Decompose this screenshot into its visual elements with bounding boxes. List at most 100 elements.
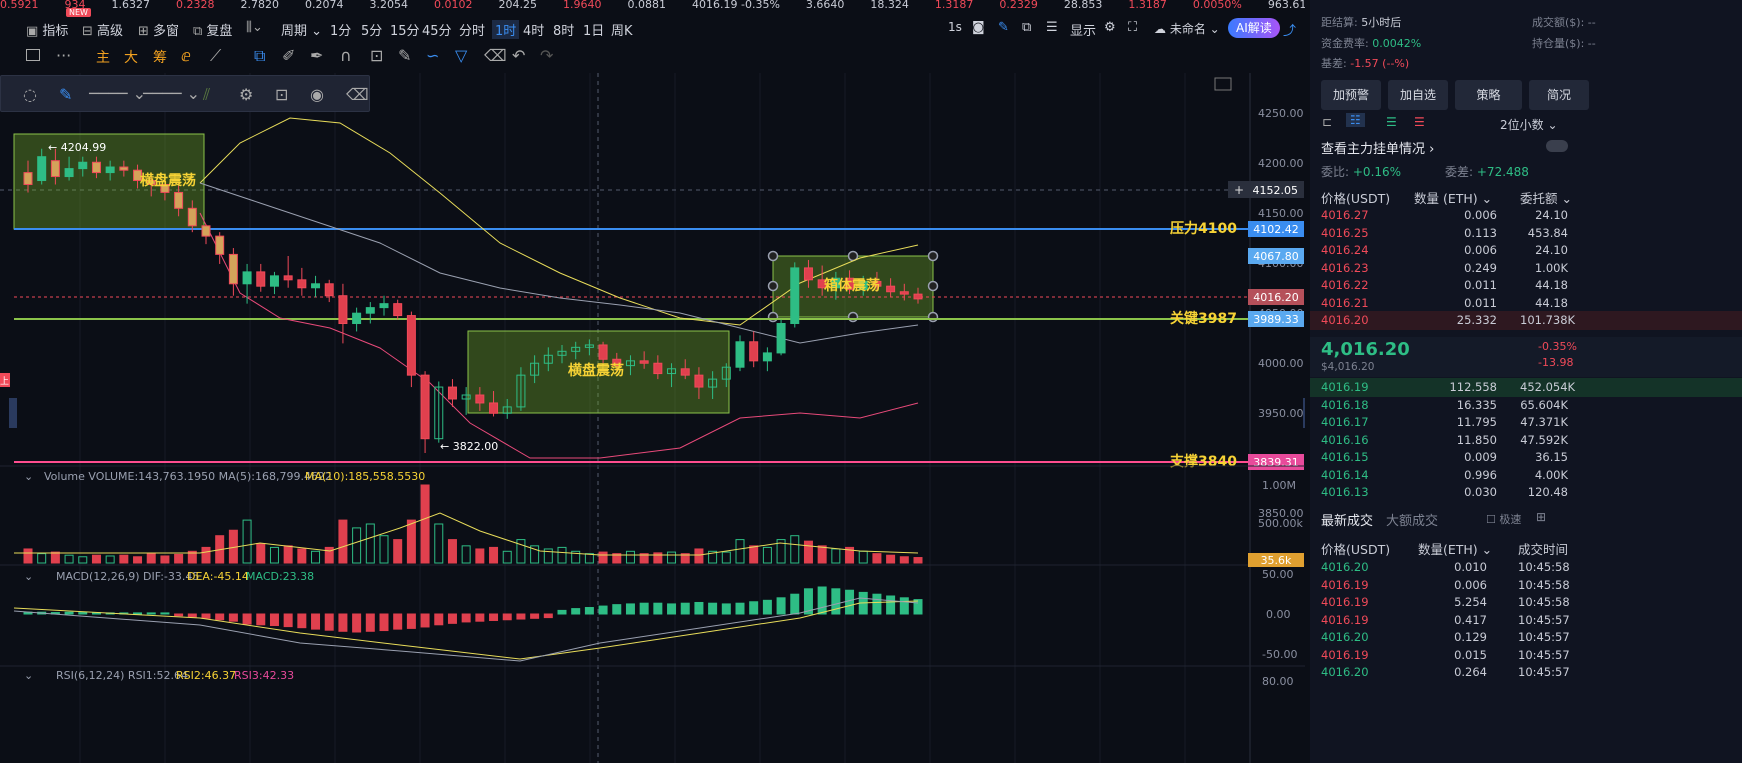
- book-asks-icon[interactable]: ☰: [1414, 115, 1425, 129]
- layout-name-dropdown[interactable]: ☁ 未命名 ⌄: [1154, 20, 1220, 37]
- orderbook-row[interactable]: 4016.15 0.009 36.15: [1310, 448, 1742, 467]
- lock-icon[interactable]: ⊡: [370, 46, 383, 65]
- settings-icon[interactable]: ⚙: [1104, 20, 1116, 35]
- interval-tab[interactable]: 8时: [553, 20, 574, 39]
- book-both-icon[interactable]: ⊏: [1322, 115, 1332, 129]
- orderbook-row[interactable]: 4016.21 0.011 44.18: [1310, 294, 1742, 313]
- interval-tab[interactable]: 45分: [422, 20, 452, 39]
- main-force-button[interactable]: 主: [96, 47, 110, 67]
- interval-tab[interactable]: 5分: [361, 20, 382, 39]
- trade-price-header: 价格(USDT): [1321, 542, 1391, 557]
- eye-icon[interactable]: ◉: [310, 85, 324, 104]
- display-button[interactable]: 显示: [1070, 20, 1096, 39]
- interval-tab[interactable]: 1分: [330, 20, 351, 39]
- orderbook-row[interactable]: 4016.23 0.249 1.00K: [1310, 259, 1742, 278]
- large-order-button[interactable]: 大: [124, 47, 138, 67]
- undo-icon[interactable]: ↶: [512, 46, 525, 65]
- line-style-dropdown[interactable]: ──── ⌄: [143, 84, 200, 103]
- line-width-dropdown[interactable]: ──── ⌄: [89, 84, 146, 103]
- interval-tab[interactable]: 分时: [459, 20, 485, 39]
- window-icon[interactable]: ⧉: [1022, 20, 1031, 35]
- orderbook-row[interactable]: 4016.17 11.795 47.371K: [1310, 413, 1742, 432]
- main-orders-toggle[interactable]: [1546, 140, 1568, 152]
- orderbook-row[interactable]: 4016.27 0.006 24.10: [1310, 206, 1742, 225]
- orderbook-row[interactable]: 4016.20 25.332 101.738K: [1310, 311, 1742, 330]
- orderbook-row[interactable]: 4016.13 0.030 120.48: [1310, 483, 1742, 502]
- volume-bar: [23, 548, 33, 564]
- overview-button[interactable]: 简况: [1529, 80, 1589, 110]
- indicator-button[interactable]: ▣ 指标: [26, 20, 68, 39]
- chart-icon[interactable]: ⫽: [203, 85, 210, 105]
- orderbook-row[interactable]: 4016.25 0.113 453.84: [1310, 224, 1742, 243]
- amount-header[interactable]: 委托额 ⌄: [1520, 188, 1572, 207]
- share-icon[interactable]: ⤴: [1283, 20, 1296, 39]
- change-pct: -0.35%: [1538, 340, 1577, 353]
- alert-button[interactable]: 加预警: [1321, 80, 1381, 110]
- interval-tab[interactable]: 1时: [492, 20, 520, 39]
- orderbook-row[interactable]: 4016.24 0.006 24.10: [1310, 241, 1742, 260]
- macd-bar: [913, 599, 923, 615]
- ai-interpret-button[interactable]: AI解读: [1228, 18, 1280, 38]
- orderbook-row[interactable]: 4016.19 112.558 452.054K: [1310, 378, 1742, 397]
- macd-bar: [406, 613, 416, 629]
- orderbook-row[interactable]: 4016.14 0.996 4.00K: [1310, 466, 1742, 485]
- chip-button[interactable]: 筹: [153, 47, 167, 67]
- book-bids-icon[interactable]: ☰: [1386, 115, 1397, 129]
- interval-tab[interactable]: 周K: [611, 20, 633, 39]
- tab-latest-trades[interactable]: 最新成交: [1321, 510, 1373, 529]
- rect-icon[interactable]: [26, 49, 40, 61]
- strategy-button[interactable]: 策略: [1455, 80, 1522, 110]
- filter-icon[interactable]: ▽: [455, 46, 467, 65]
- watchlist-button[interactable]: 加自选: [1388, 80, 1448, 110]
- main-orders-link[interactable]: 查看主力挂单情况 ›: [1321, 138, 1434, 157]
- qty-header[interactable]: 数量 (ETH) ⌄: [1414, 188, 1492, 207]
- tab-large-trades[interactable]: 大额成交: [1386, 510, 1438, 529]
- row-amount: 47.371K: [1520, 415, 1568, 429]
- interval-tab[interactable]: 15分: [390, 20, 420, 39]
- pen-icon[interactable]: ✒: [310, 46, 323, 65]
- orderbook-row[interactable]: 4016.22 0.011 44.18: [1310, 276, 1742, 295]
- volume-tag: 35.6k: [1261, 554, 1292, 567]
- multi-window-button[interactable]: ⊞ 多窗: [138, 20, 179, 39]
- macd-bar: [899, 597, 909, 615]
- ticker-value: 204.25: [498, 0, 538, 11]
- chart-canvas[interactable]: 4250.004200.004150.004100.004050.004000.…: [0, 73, 1305, 763]
- basis-label: 基差:: [1321, 57, 1347, 70]
- fast-mode-checkbox[interactable]: ☐ 极速: [1486, 511, 1521, 527]
- redo-icon[interactable]: ↷: [540, 46, 553, 65]
- copy-icon[interactable]: ⧉: [254, 46, 265, 66]
- delete-icon[interactable]: ⌫: [346, 85, 369, 104]
- style-icon[interactable]: ◌: [23, 85, 37, 104]
- refresh-rate[interactable]: 1s: [948, 20, 962, 34]
- lock-icon[interactable]: ⊡: [275, 85, 288, 104]
- link-icon[interactable]: ∽: [426, 46, 439, 65]
- interval-tab[interactable]: 4时: [523, 20, 544, 39]
- magnet-icon[interactable]: ∩: [340, 46, 352, 65]
- color-icon[interactable]: ✎: [59, 85, 72, 104]
- more-icon[interactable]: ···: [56, 46, 71, 65]
- volume-bar: [447, 539, 457, 564]
- trade-qty-header[interactable]: 数量(ETH) ⌄: [1418, 539, 1492, 558]
- volume-bar: [269, 546, 279, 564]
- ruler-icon[interactable]: ⟋: [210, 46, 221, 66]
- advanced-button[interactable]: ⊟ 高级: [82, 20, 123, 39]
- decimals-dropdown[interactable]: 2位小数 ⌄: [1500, 116, 1558, 133]
- book-mode-icon[interactable]: ☷: [1346, 113, 1365, 127]
- orderbook-row[interactable]: 4016.16 11.850 47.592K: [1310, 431, 1742, 450]
- period-dropdown[interactable]: 周期 ⌄: [281, 20, 322, 39]
- draw-pen-icon[interactable]: ✎: [998, 20, 1009, 35]
- scribble-icon[interactable]: ⅇ: [181, 46, 191, 65]
- trades-settings-icon[interactable]: ⊞: [1536, 510, 1546, 524]
- interval-tab[interactable]: 1日: [583, 20, 604, 39]
- gear-icon[interactable]: ⚙: [239, 85, 253, 104]
- trash-icon[interactable]: ⌫: [484, 46, 507, 65]
- camera-icon[interactable]: ◙: [972, 20, 985, 35]
- edit-icon[interactable]: ✎: [398, 46, 411, 65]
- fullscreen-icon[interactable]: ⛶: [1128, 20, 1137, 35]
- macd-bar: [571, 608, 581, 615]
- orderbook-row[interactable]: 4016.18 16.335 65.604K: [1310, 396, 1742, 415]
- chart-type-button[interactable]: ⫼⌄: [246, 20, 263, 35]
- brush-icon[interactable]: ✐: [282, 46, 295, 65]
- replay-button[interactable]: ⧉ 复盘: [193, 20, 232, 39]
- list-icon[interactable]: ☰: [1046, 20, 1058, 35]
